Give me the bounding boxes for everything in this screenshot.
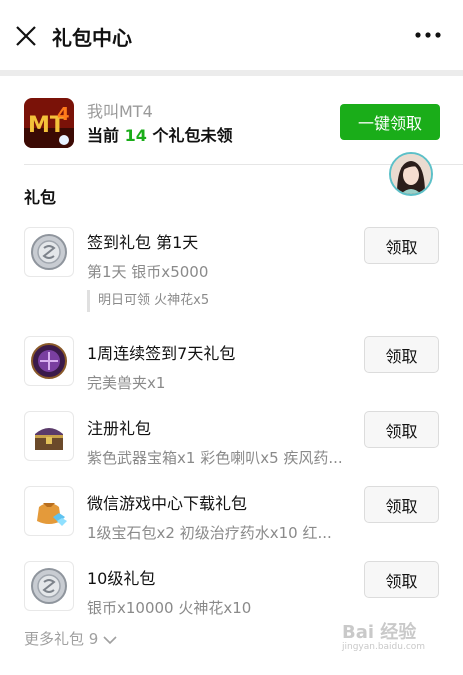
close-icon[interactable] — [14, 24, 38, 48]
page-title: 礼包中心 — [52, 26, 132, 50]
silver-coin-icon — [31, 568, 67, 604]
claim-button[interactable]: 领取 — [364, 227, 439, 264]
gift-icon — [24, 561, 74, 611]
claim-all-button[interactable]: 一键领取 — [340, 104, 440, 140]
gift-count-status: 当前 14 个礼包未领 — [87, 126, 233, 145]
gift-title: 注册礼包 — [87, 419, 152, 438]
game-icon: MT 4 — [24, 98, 74, 148]
more-options-icon[interactable] — [415, 30, 441, 40]
gift-icon — [24, 336, 74, 386]
claim-button[interactable]: 领取 — [364, 561, 439, 598]
header-separator — [0, 70, 463, 76]
claim-button[interactable]: 领取 — [364, 336, 439, 373]
treasure-chest-icon — [35, 428, 63, 450]
gem-bag-icon — [37, 503, 67, 526]
gift-title: 签到礼包 第1天 — [87, 233, 199, 252]
game-name: 我叫MT4 — [87, 102, 153, 121]
beast-trap-icon — [31, 343, 67, 379]
gift-desc: 第1天 银币x5000 — [87, 263, 209, 281]
chevron-down-icon — [103, 635, 117, 644]
more-gifts-link[interactable]: 更多礼包 9 — [24, 628, 117, 649]
gift-title: 10级礼包 — [87, 569, 156, 588]
gift-next-note: 明日可领 火神花x5 — [87, 290, 209, 312]
gift-count: 14 — [124, 126, 147, 145]
gift-icon — [24, 411, 74, 461]
gift-title: 微信游戏中心下载礼包 — [87, 494, 248, 513]
gift-desc: 1级宝石包x2 初级治疗药水x10 红... — [87, 524, 332, 542]
gift-icon — [24, 486, 74, 536]
gift-desc: 银币x10000 火神花x10 — [87, 599, 252, 617]
svg-text:4: 4 — [57, 104, 70, 125]
silver-coin-icon — [31, 234, 67, 270]
claim-button[interactable]: 领取 — [364, 486, 439, 523]
watermark: Bai 经验 jingyan.baidu.com — [342, 622, 426, 652]
floating-avatar[interactable] — [389, 152, 433, 196]
top-bar: 礼包中心 — [0, 0, 463, 70]
gift-desc: 完美兽夹x1 — [87, 374, 166, 392]
gift-title: 1周连续签到7天礼包 — [87, 344, 236, 363]
gift-icon — [24, 227, 74, 277]
gift-desc: 紫色武器宝箱x1 彩色喇叭x5 疾风药... — [87, 449, 343, 467]
section-title: 礼包 — [24, 188, 57, 207]
claim-button[interactable]: 领取 — [364, 411, 439, 448]
